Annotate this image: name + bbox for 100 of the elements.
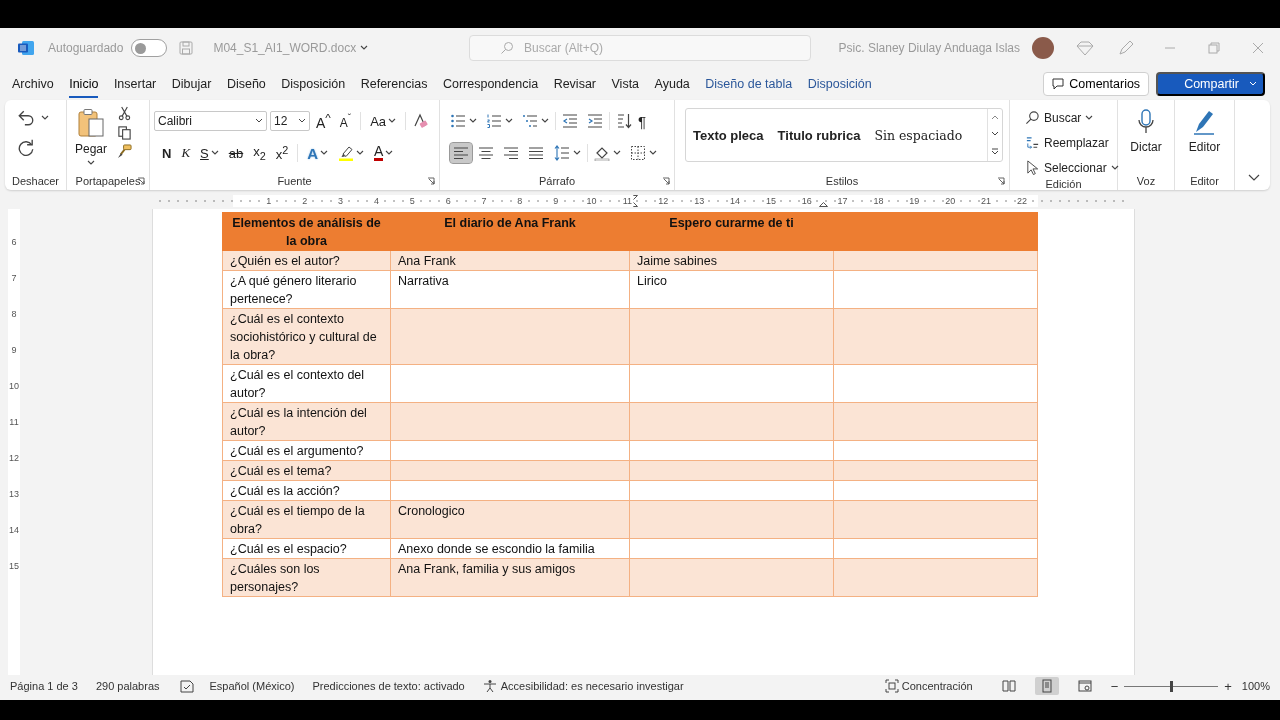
menu-tab[interactable]: Referencias (360, 70, 428, 98)
launcher-icon[interactable] (997, 177, 1005, 185)
zoom-out-button[interactable]: − (1110, 678, 1119, 694)
menu-tab[interactable]: Diseño (226, 70, 266, 98)
caret-icon[interactable] (469, 118, 477, 124)
search-icon[interactable] (1025, 110, 1040, 125)
styles-gallery[interactable]: Texto pleca Titulo rubrica Sin espaciado (685, 108, 1003, 162)
find-button[interactable]: Buscar (1022, 108, 1122, 127)
highlighter-icon[interactable] (338, 145, 355, 161)
more-icon[interactable] (991, 147, 999, 156)
menu-tab[interactable]: Insertar (113, 70, 157, 98)
italic-button[interactable]: K (177, 143, 195, 163)
text-predictions[interactable]: Predicciones de texto: activado (312, 680, 465, 692)
redo-icon[interactable] (17, 138, 35, 156)
sort-icon[interactable] (616, 113, 632, 129)
select-button[interactable]: Seleccionar (1022, 158, 1122, 177)
word-logo-icon[interactable] (18, 40, 34, 56)
menu-tab[interactable]: Archivo (12, 70, 54, 98)
view-button[interactable] (1034, 677, 1059, 695)
caret-icon[interactable] (388, 118, 397, 124)
caret-icon[interactable] (298, 118, 306, 124)
borders-icon[interactable] (630, 145, 646, 161)
page-count[interactable]: Página 1 de 3 (10, 680, 78, 692)
replace-icon[interactable] (1025, 135, 1040, 150)
editor-button[interactable]: Editor (1184, 104, 1225, 172)
underline-button[interactable]: S (196, 143, 223, 163)
caret-icon[interactable] (255, 118, 263, 124)
menu-tab[interactable]: Revisar (553, 70, 596, 98)
caret-icon[interactable] (356, 150, 365, 156)
menu-tab[interactable]: Vista (611, 70, 640, 98)
decrease-indent-icon[interactable] (562, 113, 578, 129)
shrink-font-button[interactable]: A$^{ˇ}$ (336, 110, 355, 132)
caret-icon[interactable] (613, 150, 621, 156)
line-spacing-icon[interactable] (554, 145, 570, 161)
launcher-icon[interactable] (427, 177, 435, 185)
menu-tab[interactable]: Inicio (69, 70, 99, 98)
scroll-down-icon[interactable] (991, 131, 999, 137)
font-color-button[interactable]: A (370, 143, 398, 163)
undo-icon[interactable] (17, 109, 35, 127)
margin-marker-icon[interactable] (819, 199, 828, 207)
caret-icon[interactable] (320, 150, 329, 156)
menu-tab[interactable]: Diseño de tabla (705, 70, 793, 98)
caret-icon[interactable] (649, 150, 657, 156)
menu-tab[interactable]: Ayuda (654, 70, 690, 98)
proofing-icon[interactable] (179, 679, 194, 693)
accessibility-icon[interactable] (482, 679, 497, 693)
caret-icon[interactable] (210, 150, 219, 156)
superscript-button[interactable]: x$^{2}$ (271, 141, 293, 165)
caret-icon[interactable] (1110, 164, 1119, 171)
caret-icon[interactable] (360, 45, 369, 51)
caret-icon[interactable] (87, 160, 95, 166)
scissors-icon[interactable] (117, 106, 133, 121)
copy-icon[interactable] (117, 125, 133, 140)
paste-button[interactable]: Pegar (71, 104, 112, 172)
menu-tab[interactable]: Disposición (807, 70, 872, 98)
shading-icon[interactable] (594, 145, 610, 161)
change-case-button[interactable]: Aa (367, 111, 400, 131)
dictate-button[interactable]: Dictar (1126, 104, 1166, 172)
style-option[interactable]: Titulo rubrica (770, 109, 868, 161)
text-effects-button[interactable]: A (303, 142, 333, 164)
comments-button[interactable]: Comentarios (1043, 72, 1150, 96)
focus-mode[interactable]: Concentración (901, 680, 973, 692)
multilevel-list-icon[interactable] (522, 113, 538, 129)
brush-icon[interactable] (117, 144, 133, 159)
share-button[interactable]: Compartir (1156, 72, 1265, 96)
autosave-toggle[interactable] (131, 39, 168, 57)
font-size-field[interactable]: 12 (270, 111, 310, 131)
style-option[interactable]: Texto pleca (686, 109, 771, 161)
caret-icon[interactable] (1085, 114, 1094, 121)
launcher-icon[interactable] (662, 177, 670, 185)
focus-icon[interactable] (884, 679, 899, 693)
menu-tab[interactable]: Correspondencia (442, 70, 539, 98)
avatar[interactable] (1032, 37, 1054, 59)
subscript-button[interactable]: x$_{2}$ (249, 142, 270, 164)
caret-icon[interactable] (573, 150, 581, 156)
clear-formatting-icon[interactable] (412, 113, 429, 129)
word-count[interactable]: 290 palabras (95, 680, 160, 692)
menu-tab[interactable]: Dibujar (171, 70, 212, 98)
language[interactable]: Español (México) (209, 680, 295, 692)
caret-icon[interactable] (41, 115, 49, 121)
caret-icon[interactable] (505, 118, 513, 124)
collapse-icon[interactable] (1248, 174, 1260, 182)
show-marks-button[interactable]: ¶ (635, 110, 650, 132)
cursor-icon[interactable] (1025, 160, 1040, 175)
increase-indent-icon[interactable] (587, 113, 603, 129)
zoom-level[interactable]: 100% (1241, 680, 1270, 692)
font-name-field[interactable]: Calibri (154, 111, 267, 131)
grow-font-button[interactable]: A$^{^}$ (313, 109, 334, 133)
strikethrough-button[interactable]: ab (224, 143, 248, 163)
menu-tab[interactable]: Disposición (281, 70, 346, 98)
accessibility-status[interactable]: Accesibilidad: es necesario investigar (500, 680, 684, 692)
caret-icon[interactable] (541, 118, 549, 124)
scroll-up-icon[interactable] (991, 114, 999, 121)
caret-icon[interactable] (385, 150, 394, 156)
bullet-list-icon[interactable] (450, 113, 466, 129)
bold-button[interactable]: N (158, 143, 176, 163)
style-option[interactable]: Sin espaciado (867, 109, 970, 161)
slider-thumb[interactable] (1170, 680, 1174, 692)
replace-button[interactable]: Reemplazar (1022, 133, 1122, 152)
zoom-in-button[interactable]: + (1224, 678, 1232, 694)
